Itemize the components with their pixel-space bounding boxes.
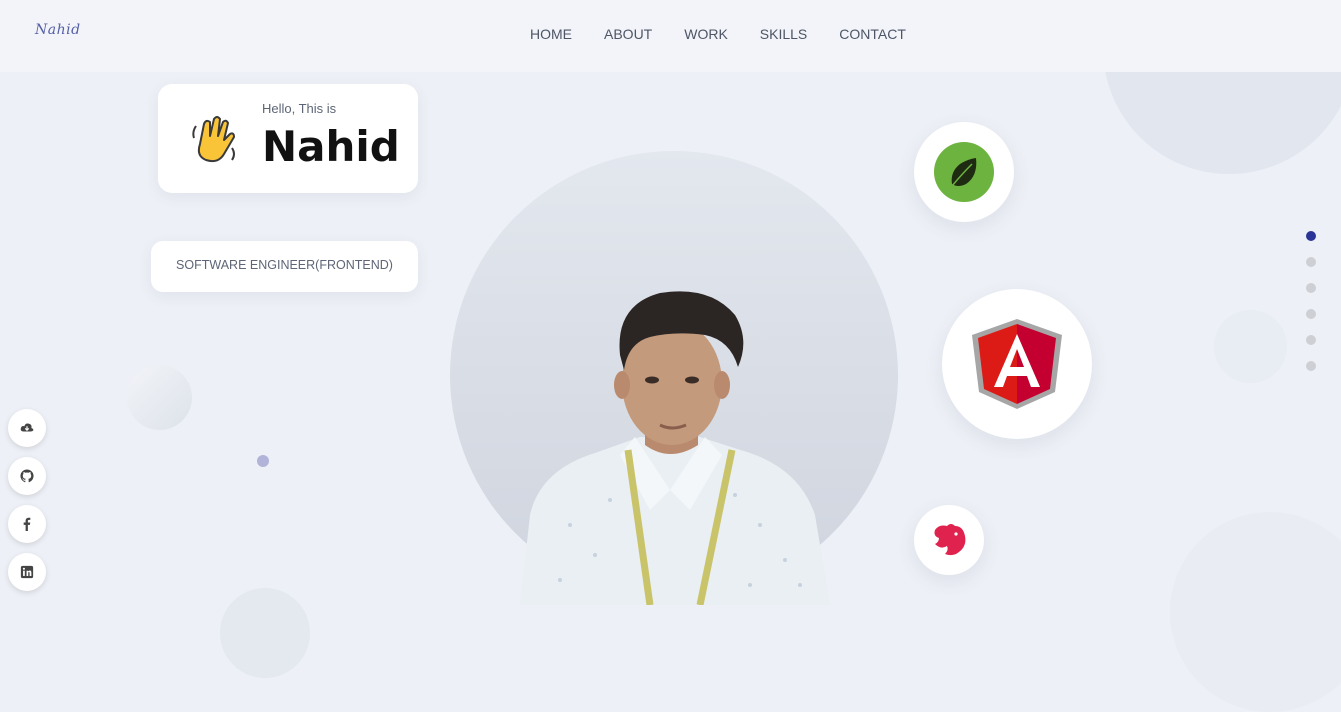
nav-contact[interactable]: CONTACT [839, 26, 906, 42]
nav-about[interactable]: ABOUT [604, 26, 652, 42]
angular-logo-icon [972, 319, 1062, 409]
nestjs-logo-icon [934, 524, 966, 556]
intro-card: Hello, This is Nahid [158, 84, 418, 193]
profile-photo [520, 291, 830, 605]
waving-hand-icon [192, 116, 235, 163]
linkedin-button[interactable] [8, 553, 46, 591]
decor-circle-left [127, 365, 192, 430]
section-dot-5[interactable] [1306, 335, 1316, 345]
angular-bubble [942, 289, 1092, 439]
spring-leaf-icon [934, 142, 994, 202]
linkedin-icon [20, 565, 34, 579]
decor-circle-bottom-left [220, 588, 310, 678]
site-logo[interactable]: Nahid [35, 22, 81, 38]
decor-dot [257, 455, 269, 467]
decor-circle-bottom-right [1170, 512, 1341, 712]
main-nav: HOME ABOUT WORK SKILLS CONTACT [530, 26, 938, 42]
section-dot-1[interactable] [1306, 231, 1316, 241]
nav-skills[interactable]: SKILLS [760, 26, 807, 42]
nestjs-bubble [914, 505, 984, 575]
facebook-button[interactable] [8, 505, 46, 543]
section-dot-6[interactable] [1306, 361, 1316, 371]
hero-name: Nahid [262, 122, 400, 171]
download-cv-button[interactable] [8, 409, 46, 447]
section-dot-3[interactable] [1306, 283, 1316, 293]
role-card: SOFTWARE ENGINEER(FRONTEND) [151, 241, 418, 292]
github-button[interactable] [8, 457, 46, 495]
section-dot-4[interactable] [1306, 309, 1316, 319]
greeting-text: Hello, This is [262, 101, 337, 116]
section-dot-2[interactable] [1306, 257, 1316, 267]
nav-home[interactable]: HOME [530, 26, 572, 42]
spring-bubble [914, 122, 1014, 222]
github-icon [20, 469, 34, 483]
role-title: SOFTWARE ENGINEER(FRONTEND) [176, 258, 393, 272]
nav-work[interactable]: WORK [684, 26, 728, 42]
download-cloud-icon [20, 423, 34, 432]
decor-circle-right [1214, 310, 1287, 383]
facebook-icon [23, 517, 31, 531]
navbar: Nahid HOME ABOUT WORK SKILLS CONTACT [0, 0, 1341, 72]
